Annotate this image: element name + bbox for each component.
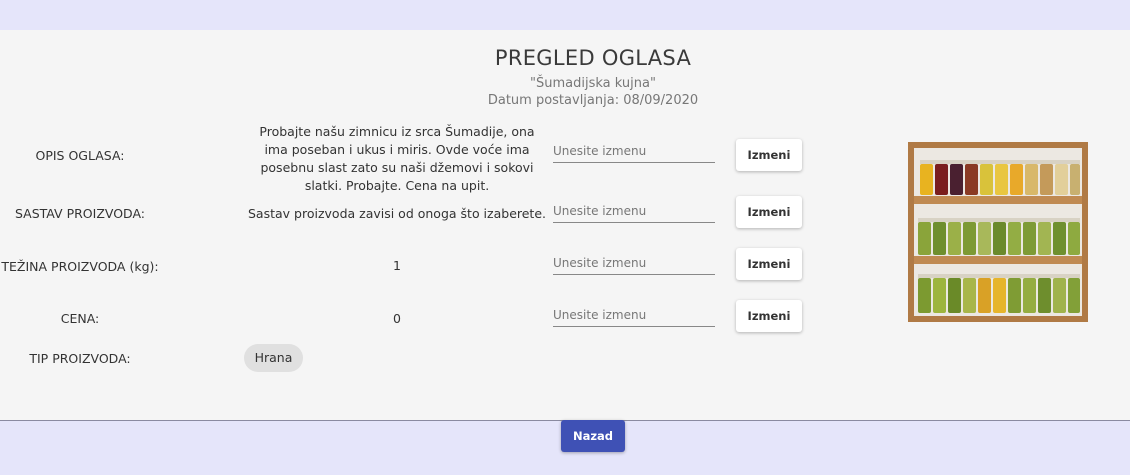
composition-edit-button[interactable]: Izmeni — [736, 196, 802, 228]
weight-edit-button[interactable]: Izmeni — [736, 248, 802, 280]
description-label: OPIS OGLASA: — [35, 148, 125, 163]
price-edit-button[interactable]: Izmeni — [736, 300, 802, 332]
product-type-chip: Hrana — [244, 344, 303, 372]
price-edit-input[interactable] — [553, 304, 715, 327]
description-edit-button[interactable]: Izmeni — [736, 139, 802, 171]
ad-review-card: PREGLED OGLASA "Šumadijska kujna" Datum … — [0, 30, 1130, 421]
composition-label: SASTAV PROIZVODA: — [14, 206, 146, 221]
weight-label: TEŽINA PROIZVODA (kg): — [1, 259, 159, 274]
description-value: Probajte našu zimnicu iz srca Šumadije, … — [259, 124, 535, 193]
composition-edit-input[interactable] — [553, 200, 715, 223]
shop-name: "Šumadijska kujna" — [530, 76, 656, 91]
weight-edit-input[interactable] — [553, 252, 715, 275]
price-label: CENA: — [60, 311, 100, 326]
price-value: 0 — [393, 311, 401, 326]
date-posted: Datum postavljanja: 08/09/2020 — [487, 93, 699, 108]
product-image — [908, 142, 1088, 322]
description-edit-input[interactable] — [553, 140, 715, 163]
product-type-label: TIP PROIZVODA: — [29, 351, 131, 366]
page-title: PREGLED OGLASA — [494, 46, 692, 70]
weight-value: 1 — [393, 258, 401, 273]
composition-value: Sastav proizvoda zavisi od onoga što iza… — [248, 206, 546, 221]
back-button[interactable]: Nazad — [561, 420, 625, 452]
